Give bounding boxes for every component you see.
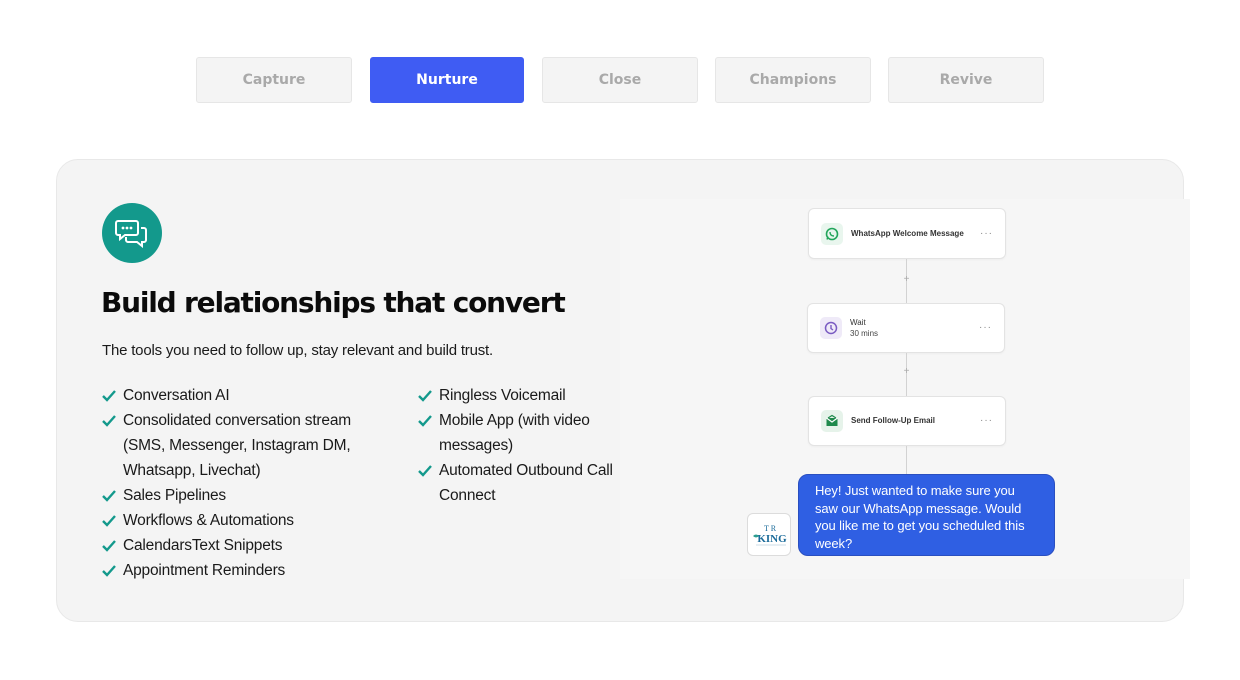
feature-item: Sales Pipelines xyxy=(102,483,382,508)
check-icon xyxy=(418,415,432,427)
feature-item: Mobile App (with video messages) xyxy=(418,408,618,458)
feature-item: Workflows & Automations xyxy=(102,508,382,533)
whatsapp-icon xyxy=(821,222,843,245)
avatar: T R KING xyxy=(747,513,791,556)
section-subline: The tools you need to follow up, stay re… xyxy=(102,342,493,359)
feature-list-left: Conversation AI Consolidated conversatio… xyxy=(102,383,382,583)
check-icon xyxy=(102,565,116,577)
workflow-step-wait[interactable]: Wait 30 mins ··· xyxy=(807,303,1005,353)
add-step-button[interactable]: + xyxy=(901,274,912,285)
check-icon xyxy=(102,390,116,402)
chat-message-bubble: Hey! Just wanted to make sure you saw ou… xyxy=(798,474,1055,556)
check-icon xyxy=(102,490,116,502)
email-icon xyxy=(821,410,843,432)
check-icon xyxy=(102,540,116,552)
tab-nurture[interactable]: Nurture xyxy=(370,57,524,103)
step-title: Wait xyxy=(850,318,866,327)
svg-text:T R: T R xyxy=(764,524,777,533)
chat-bubbles-icon xyxy=(102,203,162,263)
check-icon xyxy=(418,465,432,477)
feature-list-right: Ringless Voicemail Mobile App (with vide… xyxy=(418,383,618,508)
more-options-icon[interactable]: ··· xyxy=(980,228,993,239)
more-options-icon[interactable]: ··· xyxy=(980,415,993,426)
check-icon xyxy=(102,415,116,427)
workflow-step-email[interactable]: Send Follow-Up Email ··· xyxy=(808,396,1006,446)
check-icon xyxy=(102,515,116,527)
clock-icon xyxy=(820,317,842,339)
stage-tabs: Capture Nurture Close Champions Revive xyxy=(196,57,1044,103)
workflow-step-whatsapp[interactable]: WhatsApp Welcome Message ··· xyxy=(808,208,1006,259)
check-icon xyxy=(418,390,432,402)
add-step-button[interactable]: + xyxy=(901,366,912,377)
step-title: Send Follow-Up Email xyxy=(851,416,936,425)
feature-item: Consolidated conversation stream (SMS, M… xyxy=(102,408,382,483)
feature-item: CalendarsText Snippets xyxy=(102,533,382,558)
feature-item: Conversation AI xyxy=(102,383,382,408)
svg-text:KING: KING xyxy=(757,533,787,545)
step-detail: 30 mins xyxy=(850,329,879,338)
tab-capture[interactable]: Capture xyxy=(196,57,352,103)
feature-item: Ringless Voicemail xyxy=(418,383,618,408)
tab-revive[interactable]: Revive xyxy=(888,57,1044,103)
step-title: WhatsApp Welcome Message xyxy=(851,229,964,238)
feature-item: Automated Outbound Call Connect xyxy=(418,458,618,508)
more-options-icon[interactable]: ··· xyxy=(979,322,992,333)
connector-line xyxy=(906,446,907,474)
tab-champions[interactable]: Champions xyxy=(715,57,871,103)
tab-close[interactable]: Close xyxy=(542,57,698,103)
section-headline: Build relationships that convert xyxy=(101,286,566,319)
feature-item: Appointment Reminders xyxy=(102,558,382,583)
